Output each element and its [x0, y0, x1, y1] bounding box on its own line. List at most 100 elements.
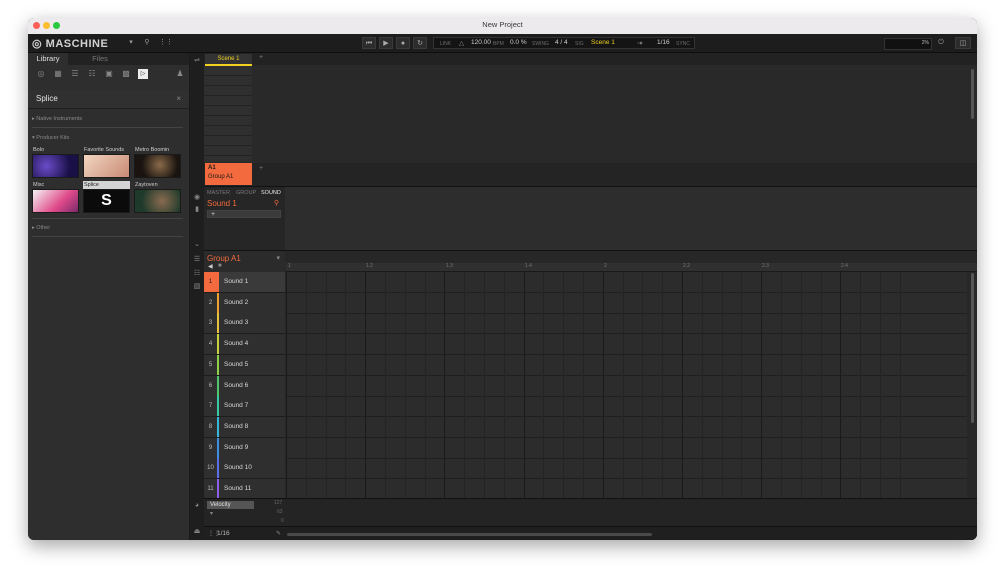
chevron-down-icon[interactable]: ▾ [126, 37, 136, 49]
view-toggle-button[interactable]: ◫ [955, 37, 971, 49]
pad-row[interactable]: 10 Sound 10 [204, 458, 285, 480]
clip-slot[interactable] [204, 126, 252, 136]
effect-icon[interactable]: ▣ [104, 69, 114, 79]
tab-library[interactable]: Library [28, 53, 68, 65]
rewind-button[interactable]: ⏮ [362, 37, 376, 49]
grid-row[interactable] [286, 334, 967, 356]
channel-icon[interactable]: ◉ [192, 193, 202, 203]
user-icon[interactable]: ♟ [175, 69, 185, 79]
sounds-icon[interactable]: ☰ [70, 69, 80, 79]
pad-row[interactable]: 1 Sound 1 [204, 272, 285, 293]
pad-row[interactable]: 6 Sound 6 [204, 375, 285, 397]
kit-tile[interactable]: Splice S [83, 181, 130, 213]
plugin-icon[interactable]: ▮ [192, 205, 202, 215]
clip-slot[interactable] [204, 66, 252, 76]
eject-icon[interactable]: ⏏ [192, 527, 202, 537]
grid-row[interactable] [286, 313, 967, 335]
pad-row[interactable]: 4 Sound 4 [204, 334, 285, 356]
link-label[interactable]: LINK [440, 41, 451, 47]
clip-slot[interactable] [204, 146, 252, 156]
speaker-icon[interactable]: ◀ [208, 263, 213, 270]
quantize-value[interactable]: 1/16 [657, 39, 670, 46]
metronome-icon[interactable]: △ [459, 39, 464, 47]
collapse-icon[interactable]: ⌄ [192, 240, 202, 250]
pad-row[interactable]: 3 Sound 3 [204, 313, 285, 335]
follow-icon[interactable]: ⇥ [637, 39, 642, 47]
pad-row[interactable]: 7 Sound 7 [204, 396, 285, 418]
kit-tile[interactable]: Favorite Sounds [83, 146, 130, 178]
product-filter[interactable]: Splice × [28, 90, 189, 109]
mixer-icon[interactable]: ⋮⋮ [159, 37, 173, 49]
oneshots-icon[interactable]: ▷ [138, 69, 148, 79]
grid-row[interactable] [286, 417, 967, 438]
step-grid[interactable] [286, 272, 967, 500]
clip-slot[interactable] [204, 136, 252, 146]
clip-slot[interactable] [204, 76, 252, 86]
grid-row[interactable] [286, 272, 967, 293]
tab-files[interactable]: Files [80, 53, 120, 65]
group-button[interactable]: A1 Group A1 [205, 163, 252, 185]
chevron-down-icon[interactable]: ▾ [210, 510, 213, 517]
power-icon[interactable]: ⏻ [935, 37, 947, 49]
pad-row[interactable]: 2 Sound 2 [204, 292, 285, 314]
signature-value[interactable]: 4 / 4 [555, 39, 568, 46]
add-scene-button[interactable]: + [259, 54, 263, 61]
tempo-value[interactable]: 120.00 [471, 39, 491, 46]
arranger-icon[interactable]: ⇌ [192, 56, 202, 66]
loops-icon[interactable]: ▩ [121, 69, 131, 79]
grid-row[interactable] [286, 458, 967, 480]
swing-value[interactable]: 0.0 % [510, 39, 527, 46]
solo-icon[interactable]: ■ [218, 263, 222, 269]
add-group-button[interactable]: + [259, 165, 263, 172]
pad-row[interactable]: 8 Sound 8 [204, 416, 285, 438]
arranger-scrollbar[interactable] [971, 69, 974, 119]
grid-row[interactable] [286, 293, 967, 314]
piano-roll-icon[interactable]: ▧ [192, 282, 202, 292]
close-icon[interactable]: × [176, 94, 181, 103]
pad-row[interactable]: 11 Sound 11 [204, 479, 285, 500]
grid-row[interactable] [286, 479, 967, 500]
step-size[interactable]: 1/16 [217, 530, 230, 537]
pad-row[interactable]: 9 Sound 9 [204, 437, 285, 459]
search-icon[interactable]: ⚲ [142, 37, 152, 49]
velocity-selector[interactable]: Velocity [207, 501, 254, 509]
pattern-list-icon[interactable]: ☷ [192, 269, 202, 279]
keyboard-view-icon[interactable]: ☰ [192, 255, 202, 265]
chevron-down-icon[interactable]: ▾ [276, 254, 280, 262]
instrument-icon[interactable]: ☷ [87, 69, 97, 79]
groups-icon[interactable]: ▦ [53, 69, 63, 79]
pad-row[interactable]: 5 Sound 5 [204, 354, 285, 376]
kit-tile[interactable]: Metro Boomin [134, 146, 181, 178]
scene-display[interactable]: Scene 1 [591, 39, 615, 46]
grid-row[interactable] [286, 396, 967, 418]
timeline-ruler[interactable]: 1 1.2 1.3 1.4 2 2.2 2.3 2.4 [286, 263, 977, 272]
clip-slot[interactable] [204, 106, 252, 116]
kit-tile[interactable]: Zaytoven [134, 181, 181, 213]
scene-slot[interactable]: Scene 1 [205, 54, 252, 66]
projects-icon[interactable]: ◎ [36, 69, 46, 79]
velocity-knob-icon[interactable]: ◕ [192, 501, 202, 511]
grid-row[interactable] [286, 438, 967, 459]
clip-slot[interactable] [204, 86, 252, 96]
section-native-instruments[interactable]: ▸ Native Instruments [32, 116, 82, 122]
search-icon[interactable]: ⚲ [274, 199, 279, 207]
sound-name[interactable]: Sound 1 [207, 199, 237, 208]
record-button[interactable]: ● [396, 37, 410, 49]
kit-tile[interactable]: Bolo [32, 146, 79, 178]
kit-tile[interactable]: Misc [32, 181, 79, 213]
horizontal-scrollbar[interactable] [287, 533, 652, 536]
section-producer-kits[interactable]: ▾ Producer Kits [32, 135, 69, 141]
grid-row[interactable] [286, 376, 967, 397]
grid-row[interactable] [286, 355, 967, 376]
section-other[interactable]: ▸ Other [32, 225, 50, 231]
loop-button[interactable]: ↻ [413, 37, 427, 49]
tab-sound[interactable]: SOUND [261, 190, 281, 196]
tab-group[interactable]: GROUP [236, 190, 256, 196]
tab-master[interactable]: MASTER [207, 190, 230, 196]
clip-slot[interactable] [204, 116, 252, 126]
play-button[interactable]: ▶ [379, 37, 393, 49]
pencil-icon[interactable]: ✎ [276, 530, 281, 537]
group-name[interactable]: Group A1 [207, 254, 241, 263]
pattern-scrollbar[interactable] [971, 273, 974, 423]
clip-slot[interactable] [204, 96, 252, 106]
